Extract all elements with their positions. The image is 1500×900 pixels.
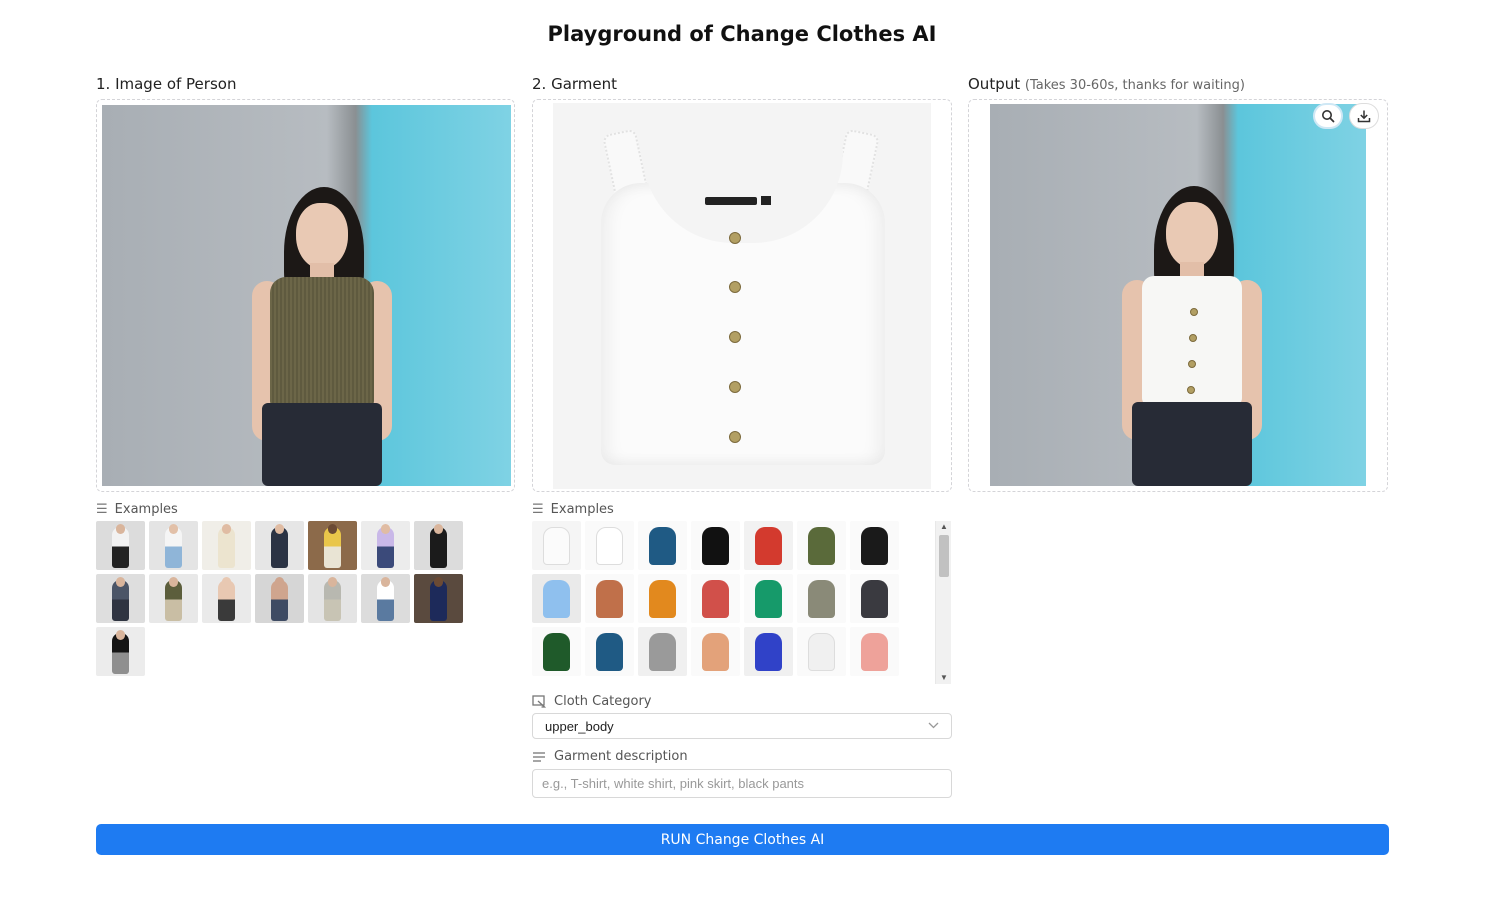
output-note: (Takes 30-60s, thanks for waiting) (1024, 78, 1245, 93)
output-label: Output (Takes 30-60s, thanks for waiting… (968, 75, 1245, 93)
garment-example-thumbnail[interactable] (797, 627, 846, 676)
garment-example-thumbnail[interactable] (638, 521, 687, 570)
garment-examples-title: Examples (550, 502, 614, 517)
person-photo (102, 105, 511, 486)
garment-example-thumbnail[interactable] (585, 521, 634, 570)
garment-examples-scrollbar[interactable]: ▲ ▼ (935, 521, 951, 684)
image-select-icon (532, 695, 546, 708)
garment-example-thumbnail[interactable] (638, 627, 687, 676)
person-example-thumbnail[interactable] (202, 574, 251, 623)
list-icon: ☰ (96, 502, 108, 517)
page-title: Playground of Change Clothes AI (547, 22, 937, 46)
magnifier-icon[interactable] (1313, 103, 1343, 129)
person-example-thumbnail[interactable] (149, 521, 198, 570)
output-toolbar (1313, 103, 1379, 129)
person-image-upload[interactable] (96, 99, 515, 492)
garment-example-thumbnail[interactable] (797, 574, 846, 623)
person-example-thumbnail[interactable] (308, 574, 357, 623)
garment-example-thumbnail[interactable] (638, 574, 687, 623)
person-example-thumbnail[interactable] (96, 574, 145, 623)
garment-example-thumbnail[interactable] (691, 627, 740, 676)
cloth-category-dropdown[interactable]: upper_body (532, 713, 952, 739)
garment-example-thumbnail[interactable] (532, 627, 581, 676)
output-title: Output (968, 75, 1021, 93)
person-examples-grid (96, 521, 468, 676)
garment-example-thumbnail[interactable] (797, 521, 846, 570)
garment-examples-label: ☰ Examples (532, 502, 614, 517)
person-example-thumbnail[interactable] (255, 521, 304, 570)
person-example-thumbnail[interactable] (361, 521, 410, 570)
garment-description-input[interactable] (532, 769, 952, 798)
person-example-thumbnail[interactable] (202, 521, 251, 570)
run-button[interactable]: RUN Change Clothes AI (96, 824, 1389, 855)
person-examples-title: Examples (114, 502, 178, 517)
scroll-thumb[interactable] (939, 535, 949, 577)
list-icon: ☰ (532, 502, 544, 517)
garment-description-title: Garment description (554, 749, 688, 764)
garment-example-thumbnail[interactable] (850, 521, 899, 570)
person-example-thumbnail[interactable] (361, 574, 410, 623)
cloth-category-title: Cloth Category (554, 694, 652, 709)
cloth-category-value: upper_body (545, 718, 614, 734)
person-example-thumbnail[interactable] (308, 521, 357, 570)
output-photo (990, 104, 1366, 486)
output-image (968, 99, 1388, 492)
garment-example-thumbnail[interactable] (691, 574, 740, 623)
scroll-up-arrow-icon[interactable]: ▲ (936, 521, 952, 533)
garment-example-thumbnail[interactable] (744, 521, 793, 570)
person-example-thumbnail[interactable] (414, 574, 463, 623)
download-icon[interactable] (1349, 103, 1379, 129)
garment-examples-scroll (532, 521, 952, 684)
person-example-thumbnail[interactable] (96, 627, 145, 676)
garment-label: 2. Garment (532, 75, 618, 93)
garment-example-thumbnail[interactable] (850, 574, 899, 623)
cloth-category-label: Cloth Category (532, 694, 652, 709)
garment-example-thumbnail[interactable] (691, 521, 740, 570)
text-lines-icon (533, 751, 545, 762)
garment-image-upload[interactable] (532, 99, 952, 492)
person-example-thumbnail[interactable] (255, 574, 304, 623)
scroll-down-arrow-icon[interactable]: ▼ (936, 672, 952, 684)
chevron-down-icon[interactable] (928, 720, 939, 732)
garment-description-label: Garment description (532, 749, 688, 764)
person-image-label: 1. Image of Person (96, 75, 237, 93)
person-example-thumbnail[interactable] (149, 574, 198, 623)
person-example-thumbnail[interactable] (96, 521, 145, 570)
garment-example-thumbnail[interactable] (532, 574, 581, 623)
garment-example-thumbnail[interactable] (585, 574, 634, 623)
garment-example-thumbnail[interactable] (744, 627, 793, 676)
person-examples-label: ☰ Examples (96, 502, 178, 517)
garment-example-thumbnail[interactable] (532, 521, 581, 570)
garment-example-thumbnail[interactable] (850, 627, 899, 676)
garment-examples-grid (532, 521, 952, 676)
person-example-thumbnail[interactable] (414, 521, 463, 570)
garment-photo (553, 103, 931, 489)
garment-example-thumbnail[interactable] (585, 627, 634, 676)
garment-example-thumbnail[interactable] (744, 574, 793, 623)
